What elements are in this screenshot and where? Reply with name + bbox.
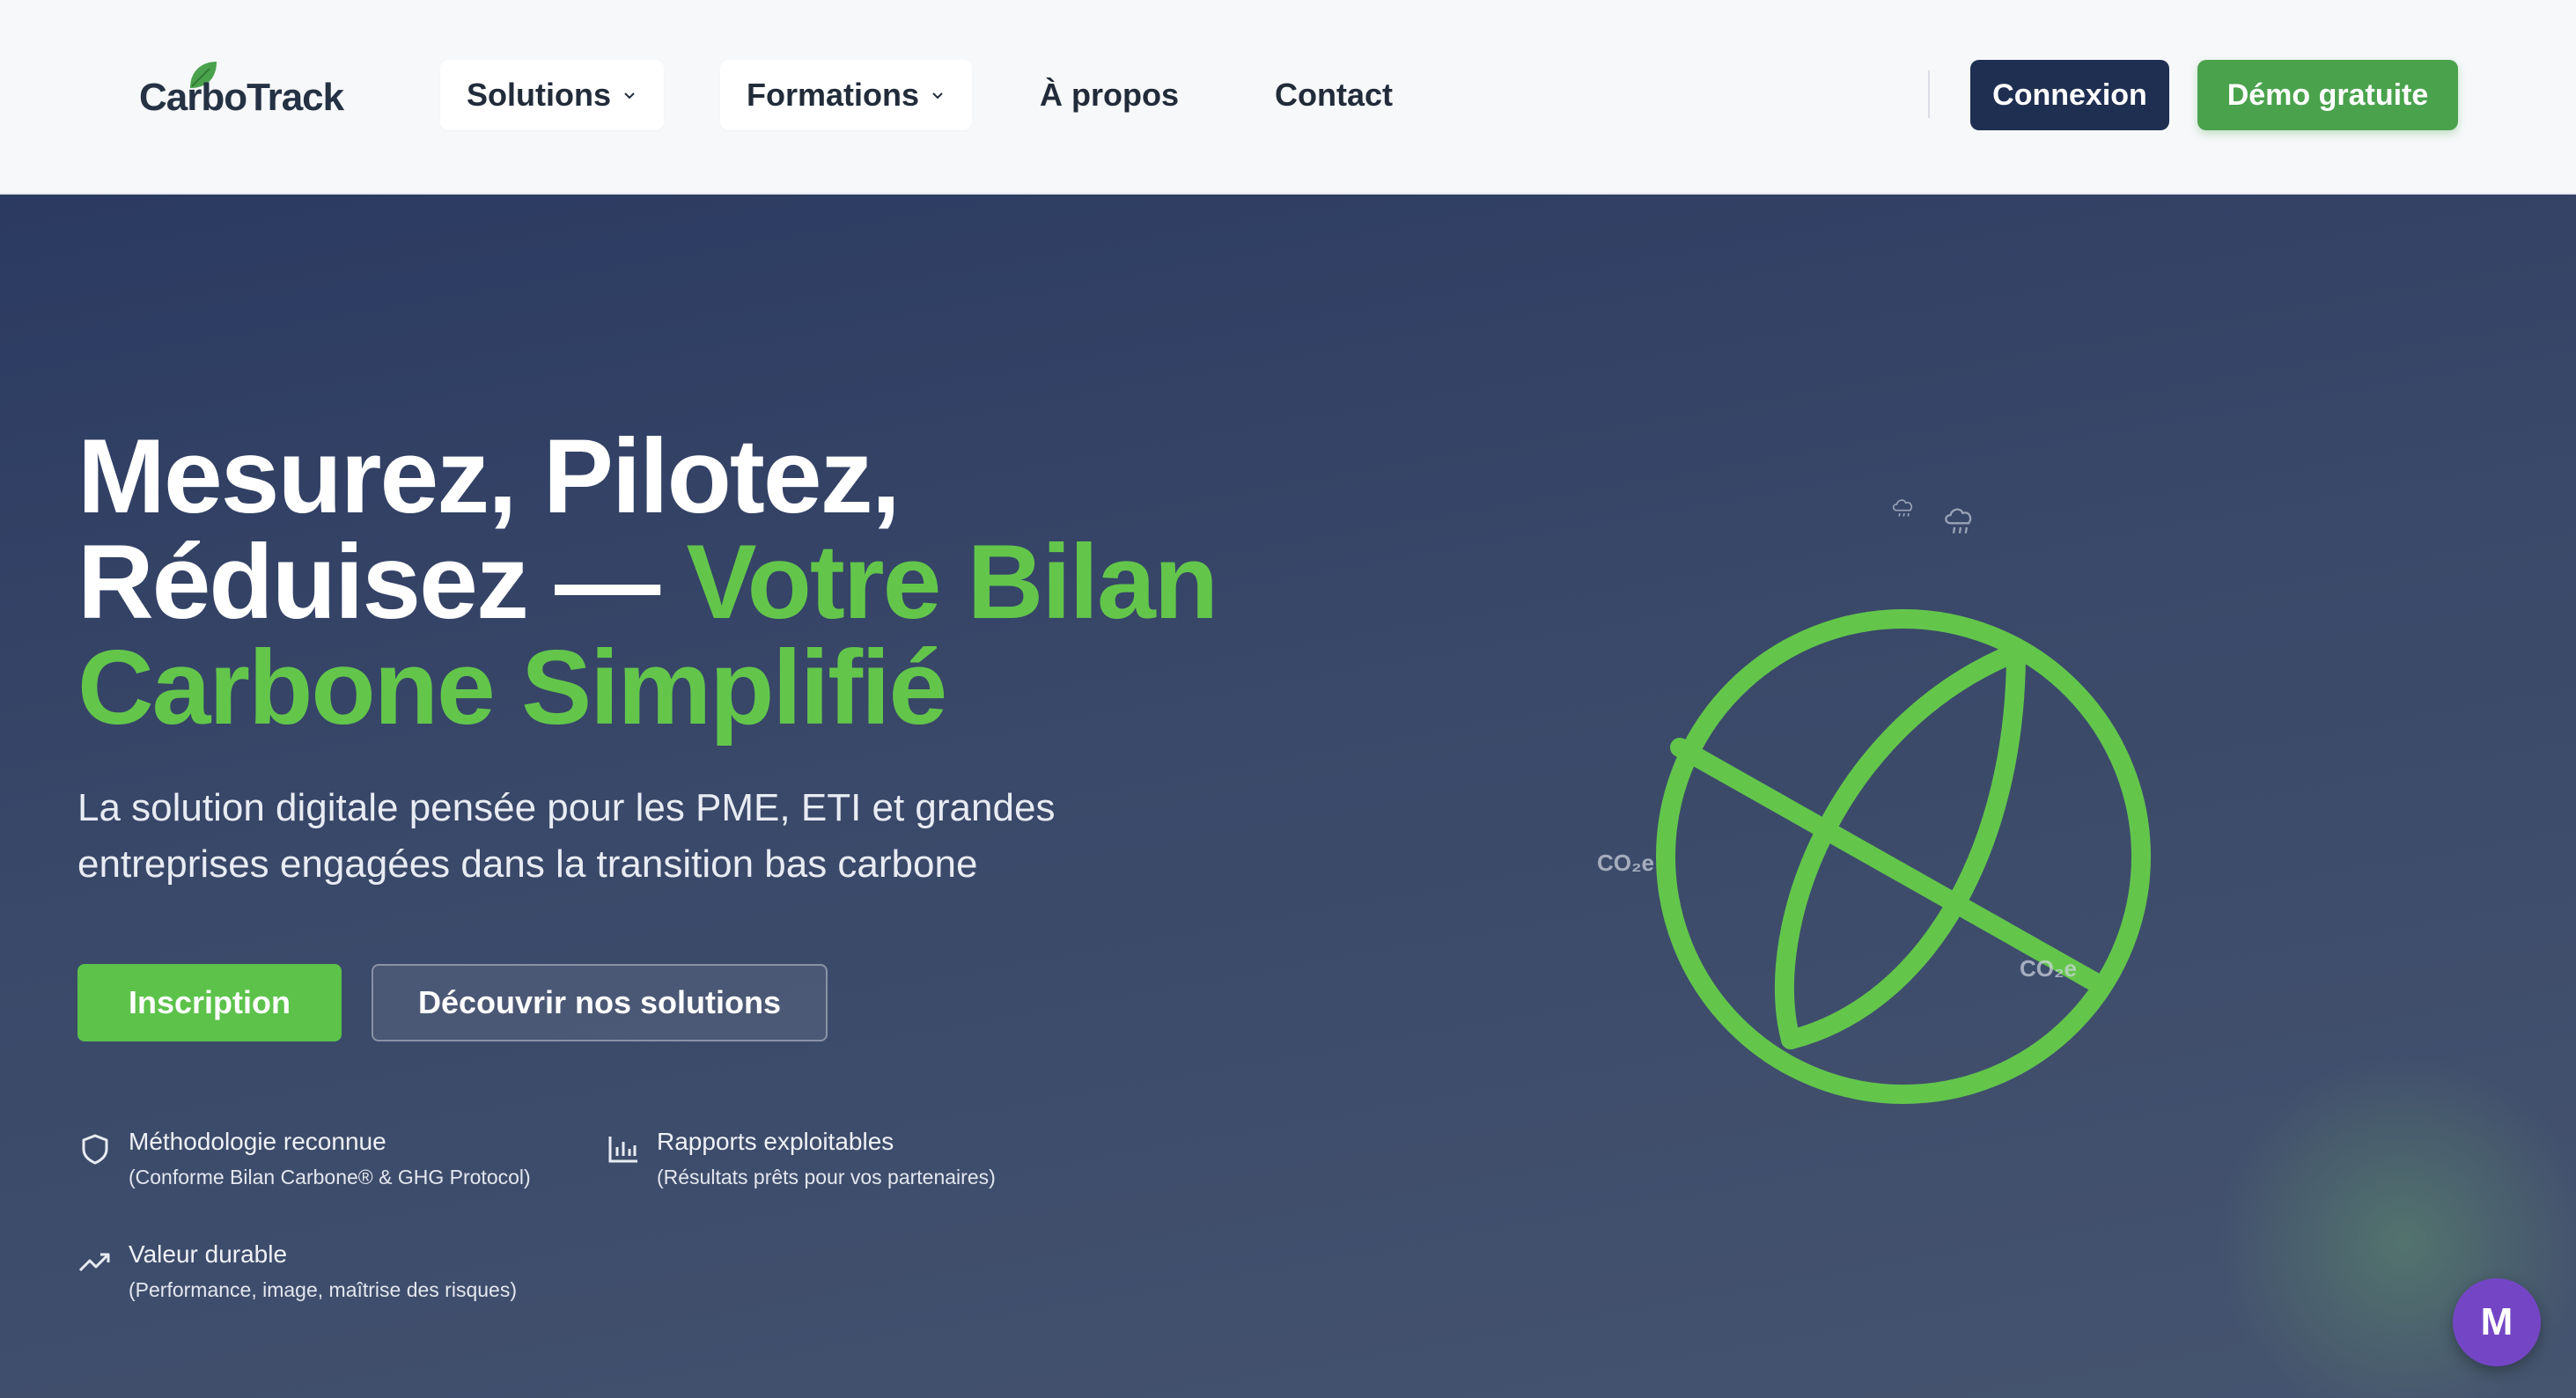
globe-illustration: CO₂e CO₂e [1576, 494, 2192, 1110]
headline-line-2: Réduisez — Votre Bilan [77, 529, 1310, 635]
feature-subtitle: (Conforme Bilan Carbone® & GHG Protocol) [129, 1166, 531, 1188]
nav-divider [1928, 70, 1930, 118]
feature-title: Méthodologie reconnue [129, 1128, 386, 1155]
hero-headline: Mesurez, Pilotez, Réduisez — Votre Bilan… [77, 423, 1310, 740]
nav-formations-label: Formations [746, 77, 919, 113]
top-navbar: CarboTrack Solutions Formations À propos… [0, 0, 2576, 195]
feature-title: Rapports exploitables [657, 1128, 894, 1155]
feature-subtitle: (Performance, image, maîtrise des risque… [129, 1278, 517, 1301]
nav-formations[interactable]: Formations [720, 60, 972, 130]
nav-solutions-label: Solutions [467, 77, 611, 113]
rain-cloud-icon [1892, 499, 1913, 517]
chevron-down-icon [932, 92, 943, 99]
headline-line-1: Mesurez, Pilotez, [77, 417, 901, 535]
rain-cloud-icon [1945, 508, 1972, 533]
shield-icon [82, 1134, 108, 1165]
nav-contact-label: Contact [1275, 77, 1393, 113]
headline-line-3: Carbone Simplifié [77, 629, 947, 747]
login-button[interactable]: Connexion [1970, 60, 2169, 130]
signup-button[interactable]: Inscription [77, 964, 342, 1041]
discover-solutions-button[interactable]: Découvrir nos solutions [372, 964, 828, 1041]
nav-a-propos[interactable]: À propos [1030, 60, 1189, 130]
co2-label-right: CO₂e [2020, 955, 2078, 982]
free-demo-button[interactable]: Démo gratuite [2197, 60, 2458, 130]
feature-reports: Rapports exploitables (Résultats prêts p… [606, 1124, 996, 1195]
nav-a-propos-label: À propos [1040, 77, 1179, 113]
headline-line-2-white: Réduisez — [77, 523, 687, 641]
hero-section: Mesurez, Pilotez, Réduisez — Votre Bilan… [0, 195, 2576, 1398]
chevron-down-icon [624, 92, 635, 99]
trending-up-icon [78, 1253, 110, 1272]
co2-label-left: CO₂e [1597, 850, 1655, 876]
headline-line-2-green: Votre Bilan [686, 523, 1219, 641]
brand-logo[interactable]: CarboTrack [139, 58, 350, 129]
subtitle-line-2: entreprises engagées dans la transition … [77, 842, 978, 886]
globe-icon [1656, 609, 2151, 1104]
nav-solutions[interactable]: Solutions [440, 60, 664, 130]
nav-contact[interactable]: Contact [1259, 60, 1409, 130]
feature-value: Valeur durable (Performance, image, maît… [77, 1237, 517, 1307]
feature-methodology: Méthodologie reconnue (Conforme Bilan Ca… [77, 1124, 531, 1195]
subtitle-line-1: La solution digitale pensée pour les PME… [77, 786, 1056, 829]
bar-chart-icon [608, 1137, 637, 1163]
feature-title: Valeur durable [129, 1240, 288, 1268]
brand-name: CarboTrack [139, 76, 344, 119]
feature-subtitle: (Résultats prêts pour vos partenaires) [657, 1166, 996, 1188]
chat-assistant-button[interactable]: M [2453, 1278, 2541, 1366]
hero-subtitle: La solution digitale pensée pour les PME… [77, 780, 1222, 893]
